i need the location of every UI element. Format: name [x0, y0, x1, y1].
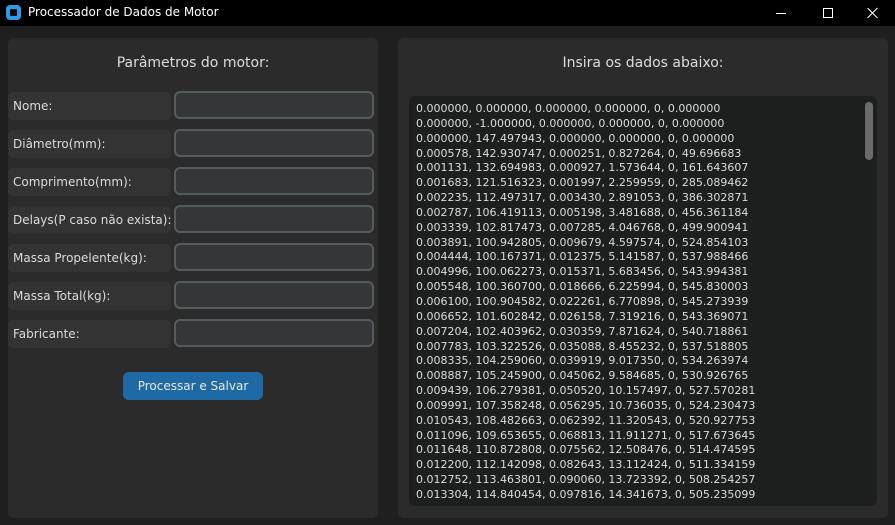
process-and-save-button[interactable]: Processar e Salvar — [123, 372, 263, 400]
close-button[interactable] — [850, 0, 895, 26]
data-line: 0.013304, 114.840454, 0.097816, 14.34167… — [416, 487, 756, 501]
title-bar: Processador de Dados de Motor — [0, 0, 895, 26]
data-lines: 0.000000, 0.000000, 0.000000, 0.000000, … — [416, 102, 755, 503]
field-row-diametro: Diâmetro(mm): — [8, 129, 378, 159]
data-line: 0.012200, 112.142098, 0.082643, 13.11242… — [416, 458, 756, 472]
data-line: 0.003891, 100.942805, 0.009679, 4.597574… — [416, 235, 749, 249]
field-row-comprimento: Comprimento(mm): — [8, 167, 378, 197]
comprimento-input[interactable] — [174, 167, 374, 195]
app-icon — [6, 5, 21, 20]
field-row-massa-propelente: Massa Propelente(kg): — [8, 243, 378, 273]
scrollbar[interactable] — [865, 100, 873, 502]
data-line: 0.012752, 113.463801, 0.090060, 13.72339… — [416, 473, 756, 487]
comprimento-label: Comprimento(mm): — [8, 168, 171, 196]
field-row-nome: Nome: — [8, 91, 378, 121]
data-line: 0.011096, 109.653655, 0.068813, 11.91127… — [416, 428, 756, 442]
data-line: 0.006652, 101.602842, 0.026158, 7.319216… — [416, 309, 749, 323]
data-line: 0.010543, 108.482663, 0.062392, 11.32054… — [416, 413, 756, 427]
maximize-button[interactable] — [805, 0, 851, 26]
data-line: 0.008887, 105.245900, 0.045062, 9.584685… — [416, 369, 749, 383]
fabricante-input[interactable] — [174, 319, 374, 347]
nome-label: Nome: — [8, 92, 171, 120]
diametro-label: Diâmetro(mm): — [8, 130, 171, 158]
diametro-input[interactable] — [174, 129, 374, 157]
data-line: 0.000000, 147.497943, 0.000000, 0.000000… — [416, 131, 735, 145]
data-line: 0.001683, 121.516323, 0.001997, 2.259959… — [416, 176, 749, 190]
nome-input[interactable] — [174, 91, 374, 119]
maximize-icon — [823, 8, 833, 18]
massa-total-input[interactable] — [174, 281, 374, 309]
data-line: 0.000000, -1.000000, 0.000000, 0.000000,… — [416, 116, 725, 130]
data-input-panel: Insira os dados abaixo: 0.000000, 0.0000… — [398, 38, 888, 518]
data-line: 0.000000, 0.000000, 0.000000, 0.000000, … — [416, 102, 721, 115]
fabricante-label: Fabricante: — [8, 320, 171, 348]
data-line: 0.006100, 100.904582, 0.022261, 6.770898… — [416, 294, 749, 308]
data-line: 0.003339, 102.817473, 0.007285, 4.046768… — [416, 220, 749, 234]
massa-propelente-input[interactable] — [174, 243, 374, 271]
data-line: 0.004444, 100.167371, 0.012375, 5.141587… — [416, 250, 749, 264]
scrollbar-thumb[interactable] — [865, 102, 873, 160]
massa-propelente-label: Massa Propelente(kg): — [8, 244, 171, 272]
window-title: Processador de Dados de Motor — [28, 5, 219, 19]
data-line: 0.009439, 106.279381, 0.050520, 10.15749… — [416, 384, 756, 398]
field-row-fabricante: Fabricante: — [8, 319, 378, 349]
motor-parameters-panel: Parâmetros do motor: Nome: Diâmetro(mm):… — [8, 38, 378, 518]
field-row-delays: Delays(P caso não exista): — [8, 205, 378, 235]
data-line: 0.008335, 104.259060, 0.039919, 9.017350… — [416, 354, 749, 368]
data-line: 0.005548, 100.360700, 0.018666, 6.225994… — [416, 280, 749, 294]
close-icon — [867, 7, 879, 19]
data-textbox[interactable]: 0.000000, 0.000000, 0.000000, 0.000000, … — [409, 96, 877, 506]
data-line: 0.002787, 106.419113, 0.005198, 3.481688… — [416, 205, 749, 219]
minimize-button[interactable] — [758, 0, 804, 26]
data-line: 0.007783, 103.322526, 0.035088, 8.455232… — [416, 339, 749, 353]
data-line: 0.007204, 102.403962, 0.030359, 7.871624… — [416, 324, 749, 338]
data-line: 0.009991, 107.358248, 0.056295, 10.73603… — [416, 398, 756, 412]
data-line: 0.000578, 142.930747, 0.000251, 0.827264… — [416, 146, 742, 160]
minimize-icon — [776, 12, 786, 14]
motor-parameters-title: Parâmetros do motor: — [116, 55, 270, 71]
data-input-title: Insira os dados abaixo: — [562, 55, 724, 71]
data-line: 0.002235, 112.497317, 0.003430, 2.891053… — [416, 191, 749, 205]
data-line: 0.004996, 100.062273, 0.015371, 5.683456… — [416, 265, 749, 279]
delays-label: Delays(P caso não exista): — [8, 206, 172, 234]
field-row-massa-total: Massa Total(kg): — [8, 281, 378, 311]
data-line: 0.001131, 132.694983, 0.000927, 1.573644… — [416, 161, 749, 175]
delays-input[interactable] — [174, 205, 374, 233]
data-line: 0.011648, 110.872808, 0.075562, 12.50847… — [416, 443, 756, 457]
massa-total-label: Massa Total(kg): — [8, 282, 171, 310]
